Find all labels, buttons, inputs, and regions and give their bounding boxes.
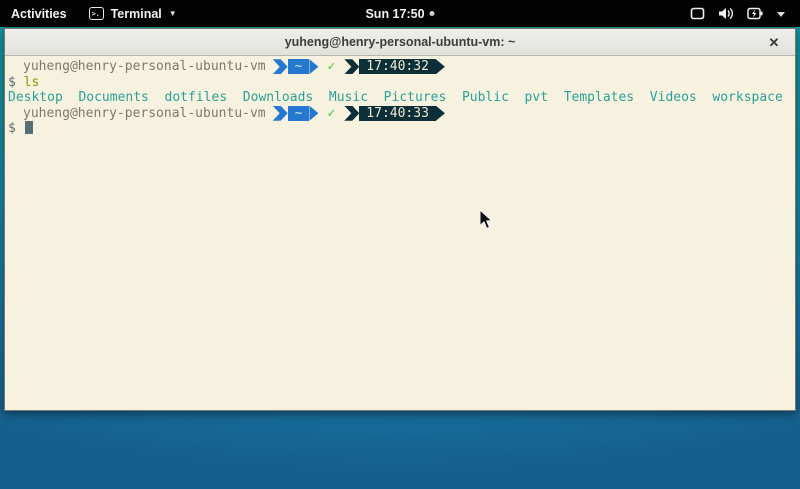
chevron-down-icon xyxy=(776,10,786,18)
window-title: yuheng@henry-personal-ubuntu-vm: ~ xyxy=(285,35,516,49)
prompt-line: yuheng@henry-personal-ubuntu-vm ~ ✓ 17:4… xyxy=(8,59,792,75)
window-titlebar[interactable]: yuheng@henry-personal-ubuntu-vm: ~ ✕ xyxy=(5,29,795,56)
powerline-path-segment: ~ xyxy=(273,106,319,121)
prompt-time: 17:40:32 xyxy=(359,59,436,74)
volume-icon xyxy=(718,7,734,20)
terminal-window: yuheng@henry-personal-ubuntu-vm: ~ ✕ yuh… xyxy=(4,28,796,411)
command-line: $ ls xyxy=(8,75,792,91)
app-menu-label: Terminal xyxy=(111,7,162,21)
powerline-path-segment: ~ xyxy=(273,59,319,74)
prompt-path: ~ xyxy=(288,106,310,121)
status-check-icon: ✓ xyxy=(327,59,335,75)
display-icon xyxy=(690,7,705,20)
prompt-user: yuheng@henry-personal-ubuntu-vm xyxy=(8,59,266,75)
notification-dot-icon xyxy=(430,11,435,16)
prompt-symbol: $ xyxy=(8,75,16,90)
powerline-tip-icon xyxy=(436,106,445,121)
powerline-tip-icon xyxy=(309,59,318,74)
top-bar: Activities >. Terminal ▼ Sun 17:50 xyxy=(0,0,800,27)
activities-button[interactable]: Activities xyxy=(0,0,78,27)
ls-output-line: Desktop Documents dotfiles Downloads Mus… xyxy=(8,90,792,106)
powerline-tip-icon xyxy=(309,106,318,121)
powerline-chevron-icon xyxy=(273,59,288,74)
powerline-chevron-icon xyxy=(344,106,359,121)
prompt-user: yuheng@henry-personal-ubuntu-vm xyxy=(8,106,266,122)
prompt-time: 17:40:33 xyxy=(359,106,436,121)
powerline-time-segment: 17:40:33 xyxy=(344,106,445,121)
close-button[interactable]: ✕ xyxy=(763,29,785,56)
powerline-chevron-icon xyxy=(344,59,359,74)
system-status-area[interactable] xyxy=(680,0,796,27)
clock-button[interactable]: Sun 17:50 xyxy=(365,0,434,27)
battery-charging-icon xyxy=(747,7,763,20)
terminal-icon: >. xyxy=(89,7,104,20)
powerline-tip-icon xyxy=(436,59,445,74)
status-check-icon: ✓ xyxy=(327,106,335,122)
powerline-chevron-icon xyxy=(273,106,288,121)
command-text: ls xyxy=(24,75,40,90)
text-cursor xyxy=(25,121,33,134)
powerline-time-segment: 17:40:32 xyxy=(344,59,445,74)
prompt-path: ~ xyxy=(288,59,310,74)
prompt-line: yuheng@henry-personal-ubuntu-vm ~ ✓ 17:4… xyxy=(8,106,792,122)
input-line: $ xyxy=(8,121,792,137)
app-menu-terminal[interactable]: >. Terminal ▼ xyxy=(78,0,188,27)
clock-label: Sun 17:50 xyxy=(365,7,424,21)
terminal-body[interactable]: yuheng@henry-personal-ubuntu-vm ~ ✓ 17:4… xyxy=(5,56,795,410)
prompt-symbol: $ xyxy=(8,121,16,136)
activities-label: Activities xyxy=(11,7,67,21)
chevron-down-icon: ▼ xyxy=(169,9,177,18)
